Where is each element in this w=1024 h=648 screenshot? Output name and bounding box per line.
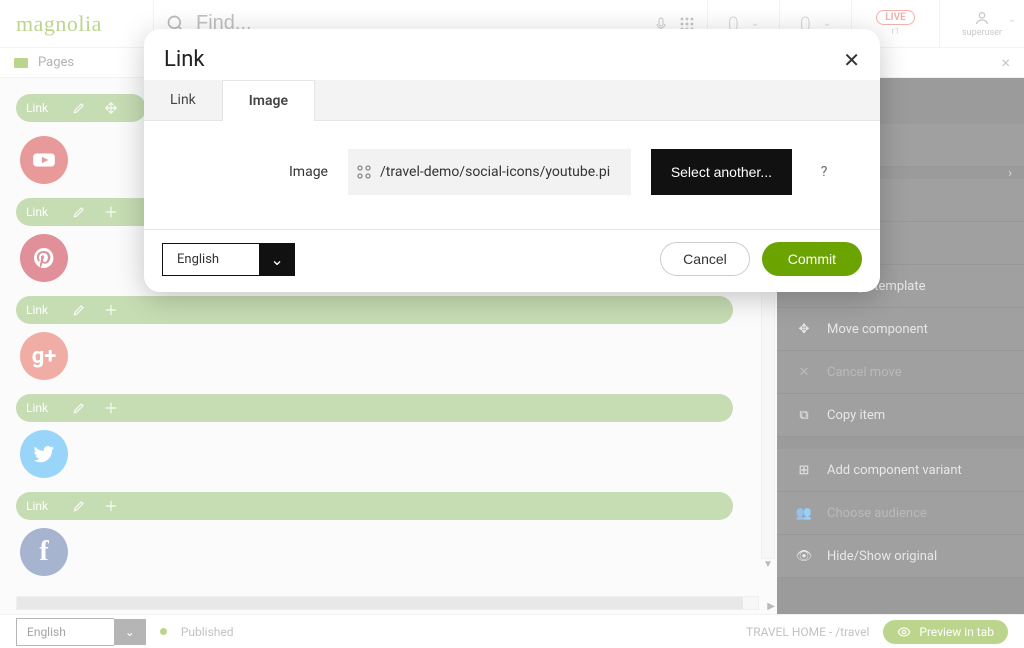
tab-image[interactable]: Image — [223, 80, 315, 121]
dialog-language-label: English — [162, 243, 259, 276]
chevron-down-icon[interactable]: ⌄ — [259, 243, 295, 276]
link-dialog: Link ✕ Link Image Image /travel-demo/soc… — [144, 29, 880, 292]
image-field-label: Image — [188, 164, 328, 180]
dialog-header: Link ✕ — [144, 29, 880, 80]
dialog-footer: English ⌄ Cancel Commit — [144, 229, 880, 292]
dialog-body: Image /travel-demo/social-icons/youtube.… — [144, 121, 880, 229]
cancel-button[interactable]: Cancel — [660, 242, 750, 276]
help-icon[interactable]: ? — [812, 164, 836, 180]
image-path-display: /travel-demo/social-icons/youtube.pi — [348, 149, 631, 195]
dialog-title: Link — [164, 47, 205, 72]
image-path-value: /travel-demo/social-icons/youtube.pi — [380, 164, 631, 180]
dialog-language-select[interactable]: English ⌄ — [162, 243, 295, 276]
tab-link[interactable]: Link — [144, 80, 223, 120]
asset-thumb-icon — [348, 164, 380, 180]
commit-button[interactable]: Commit — [762, 242, 862, 276]
image-field-row: Image /travel-demo/social-icons/youtube.… — [188, 149, 836, 195]
select-another-button[interactable]: Select another... — [651, 149, 792, 195]
dialog-tabs: Link Image — [144, 80, 880, 121]
close-icon[interactable]: ✕ — [843, 48, 860, 72]
